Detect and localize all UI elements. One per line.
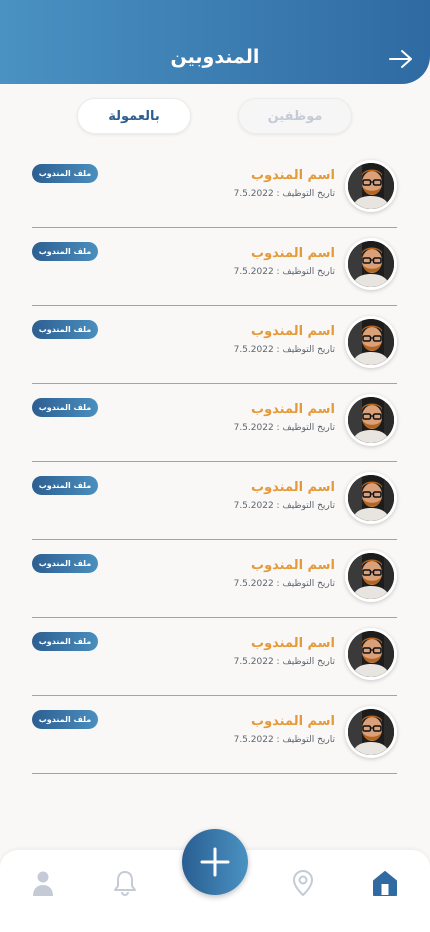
rep-hire-date: تاريخ التوظيف : 7.5.2022 xyxy=(233,189,335,199)
rep-row[interactable]: اسم المندوب تاريخ التوظيف : 7.5.2022 ملف ا… xyxy=(32,540,397,618)
avatar-photo xyxy=(348,631,394,677)
rep-name: اسم المندوب xyxy=(251,636,335,651)
avatar-photo xyxy=(348,475,394,521)
avatar-photo xyxy=(348,241,394,287)
reps-list: اسم المندوب تاريخ التوظيف : 7.5.2022 ملف ا… xyxy=(32,150,397,774)
rep-row[interactable]: اسم المندوب تاريخ التوظيف : 7.5.2022 ملف ا… xyxy=(32,150,397,228)
rep-hire-date: تاريخ التوظيف : 7.5.2022 xyxy=(233,735,335,745)
rep-name: اسم المندوب xyxy=(251,402,335,417)
rep-row[interactable]: اسم المندوب تاريخ التوظيف : 7.5.2022 ملف ا… xyxy=(32,306,397,384)
rep-name: اسم المندوب xyxy=(251,714,335,729)
rep-avatar xyxy=(345,316,397,368)
rep-name: اسم المندوب xyxy=(251,246,335,261)
rep-profile-button[interactable]: ملف المندوب xyxy=(32,632,98,651)
rep-avatar xyxy=(345,472,397,524)
rep-row[interactable]: اسم المندوب تاريخ التوظيف : 7.5.2022 ملف ا… xyxy=(32,384,397,462)
rep-row[interactable]: اسم المندوب تاريخ التوظيف : 7.5.2022 ملف ا… xyxy=(32,462,397,540)
rep-profile-button[interactable]: ملف المندوب xyxy=(32,710,98,729)
rep-hire-date: تاريخ التوظيف : 7.5.2022 xyxy=(233,501,335,511)
rep-profile-button[interactable]: ملف المندوب xyxy=(32,398,98,417)
tab-bar: بالعمولة موظفين xyxy=(0,98,430,136)
avatar-photo xyxy=(348,397,394,443)
rep-avatar xyxy=(345,550,397,602)
back-arrow-icon[interactable] xyxy=(388,48,414,70)
rep-hire-date: تاريخ التوظيف : 7.5.2022 xyxy=(233,423,335,433)
rep-avatar xyxy=(345,628,397,680)
rep-row[interactable]: اسم المندوب تاريخ التوظيف : 7.5.2022 ملف ا… xyxy=(32,618,397,696)
rep-name: اسم المندوب xyxy=(251,168,335,183)
avatar-photo xyxy=(348,319,394,365)
rep-profile-button[interactable]: ملف المندوب xyxy=(32,476,98,495)
rep-hire-date: تاريخ التوظيف : 7.5.2022 xyxy=(233,657,335,667)
rep-profile-button[interactable]: ملف المندوب xyxy=(32,320,98,339)
avatar-photo xyxy=(348,553,394,599)
bell-icon[interactable] xyxy=(110,868,140,898)
rep-row[interactable]: اسم المندوب تاريخ التوظيف : 7.5.2022 ملف ا… xyxy=(32,696,397,774)
rep-profile-button[interactable]: ملف المندوب xyxy=(32,242,98,261)
tab-employees[interactable]: موظفين xyxy=(238,98,352,134)
profile-icon[interactable] xyxy=(28,868,58,898)
avatar-photo xyxy=(348,163,394,209)
add-button[interactable] xyxy=(182,829,248,895)
location-icon[interactable] xyxy=(288,868,318,898)
tab-commission[interactable]: بالعمولة xyxy=(77,98,191,134)
rep-name: اسم المندوب xyxy=(251,324,335,339)
rep-avatar xyxy=(345,160,397,212)
add-icon xyxy=(200,847,230,877)
avatar-photo xyxy=(348,709,394,755)
app-header: المندوبين xyxy=(0,0,430,84)
rep-avatar xyxy=(345,706,397,758)
rep-avatar xyxy=(345,238,397,290)
rep-hire-date: تاريخ التوظيف : 7.5.2022 xyxy=(233,579,335,589)
rep-hire-date: تاريخ التوظيف : 7.5.2022 xyxy=(233,345,335,355)
rep-profile-button[interactable]: ملف المندوب xyxy=(32,554,98,573)
rep-profile-button[interactable]: ملف المندوب xyxy=(32,164,98,183)
page-title: المندوبين xyxy=(170,46,260,68)
rep-hire-date: تاريخ التوظيف : 7.5.2022 xyxy=(233,267,335,277)
rep-name: اسم المندوب xyxy=(251,480,335,495)
home-icon[interactable] xyxy=(370,868,400,898)
rep-name: اسم المندوب xyxy=(251,558,335,573)
rep-row[interactable]: اسم المندوب تاريخ التوظيف : 7.5.2022 ملف ا… xyxy=(32,228,397,306)
rep-avatar xyxy=(345,394,397,446)
